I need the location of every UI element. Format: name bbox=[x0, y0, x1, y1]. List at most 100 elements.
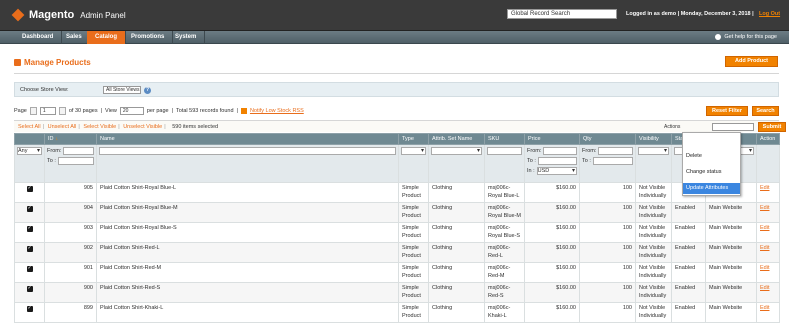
cell-id: 900 bbox=[44, 282, 97, 303]
cell-id: 905 bbox=[44, 182, 97, 203]
edit-link[interactable]: Edit bbox=[760, 285, 769, 291]
submit-button[interactable]: Submit bbox=[758, 122, 786, 132]
cell-status: Enabled bbox=[671, 222, 706, 243]
currency-select[interactable]: USD bbox=[536, 167, 577, 175]
cell-qty: 100 bbox=[579, 182, 636, 203]
next-page-button[interactable] bbox=[58, 107, 66, 115]
cell-type: Simple Product bbox=[398, 222, 429, 243]
table-row[interactable]: 900 Plaid Cotton Shirt-Red-S Simple Prod… bbox=[14, 282, 780, 303]
actions-select[interactable] bbox=[712, 123, 754, 131]
cell-name: Plaid Cotton Shirt-Red-L bbox=[96, 242, 399, 263]
cell-type: Simple Product bbox=[398, 262, 429, 283]
col-visibility[interactable]: Visibility bbox=[635, 133, 672, 145]
global-search-input[interactable]: Global Record Search bbox=[507, 9, 617, 19]
select-all-link[interactable]: Select All bbox=[18, 124, 41, 130]
action-update-attributes[interactable]: Update Attributes bbox=[683, 183, 740, 194]
name-filter-input[interactable] bbox=[99, 147, 396, 155]
price-to-input[interactable] bbox=[537, 157, 577, 165]
row-checkbox[interactable] bbox=[26, 245, 33, 253]
col-action: Action bbox=[756, 133, 780, 145]
store-view-select[interactable]: All Store Views bbox=[103, 86, 141, 94]
view-label: View bbox=[105, 108, 117, 114]
help-text: Get help for this page bbox=[724, 34, 777, 40]
unselect-visible-link[interactable]: Unselect Visible bbox=[123, 124, 162, 130]
page-title: Manage Products bbox=[24, 58, 91, 67]
col-qty[interactable]: Qty bbox=[579, 133, 636, 145]
col-name[interactable]: Name bbox=[96, 133, 399, 145]
id-from-input[interactable] bbox=[63, 147, 94, 155]
sku-filter-input[interactable] bbox=[487, 147, 522, 155]
cell-sku: msj006c-Royal Blue-S bbox=[484, 222, 525, 243]
row-checkbox[interactable] bbox=[26, 225, 33, 233]
col-attrib-set[interactable]: Attrib. Set Name bbox=[428, 133, 485, 145]
type-filter-select[interactable] bbox=[401, 147, 426, 155]
table-row[interactable]: 899 Plaid Cotton Shirt-Khaki-L Simple Pr… bbox=[14, 302, 780, 323]
cell-sku: msj006c-Royal Blue-M bbox=[484, 202, 525, 223]
col-type[interactable]: Type bbox=[398, 133, 429, 145]
reset-filter-button[interactable]: Reset Filter bbox=[706, 106, 748, 116]
col-sku[interactable]: SKU bbox=[484, 133, 525, 145]
edit-link[interactable]: Edit bbox=[760, 305, 769, 311]
selected-count: 590 items selected bbox=[172, 124, 219, 130]
help-link[interactable]: Get help for this page bbox=[715, 31, 777, 44]
massaction-filter-select[interactable]: Any bbox=[17, 147, 42, 155]
cell-websites: Main Website bbox=[705, 242, 757, 263]
cell-name: Plaid Cotton Shirt-Red-S bbox=[96, 282, 399, 303]
col-price[interactable]: Price bbox=[524, 133, 580, 145]
table-row[interactable]: 904 Plaid Cotton Shirt-Royal Blue-M Simp… bbox=[14, 202, 780, 223]
cell-visibility: Not Visible Individually bbox=[635, 262, 672, 283]
qty-from-input[interactable] bbox=[598, 147, 633, 155]
page-input[interactable]: 1 bbox=[39, 107, 56, 115]
cell-attrib-set: Clothing bbox=[428, 302, 485, 323]
id-to-input[interactable] bbox=[57, 157, 94, 165]
search-button[interactable]: Search bbox=[752, 106, 779, 116]
table-row[interactable]: 901 Plaid Cotton Shirt-Red-M Simple Prod… bbox=[14, 262, 780, 283]
cell-visibility: Not Visible Individually bbox=[635, 202, 672, 223]
grid-filter-row: Any From: To : From: To : In :USD From: … bbox=[14, 144, 780, 183]
cell-status: Enabled bbox=[671, 262, 706, 283]
cell-price: $160.00 bbox=[524, 182, 580, 203]
per-page-select[interactable]: 20 bbox=[119, 107, 144, 115]
row-checkbox[interactable] bbox=[26, 185, 33, 193]
select-visible-link[interactable]: Select Visible bbox=[83, 124, 116, 130]
edit-link[interactable]: Edit bbox=[760, 185, 769, 191]
cell-attrib-set: Clothing bbox=[428, 202, 485, 223]
table-row[interactable]: 902 Plaid Cotton Shirt-Red-L Simple Prod… bbox=[14, 242, 780, 263]
visibility-filter-select[interactable] bbox=[638, 147, 669, 155]
unselect-all-link[interactable]: Unselect All bbox=[48, 124, 77, 130]
edit-link[interactable]: Edit bbox=[760, 225, 769, 231]
action-delete[interactable]: Delete bbox=[683, 151, 740, 162]
col-id[interactable]: ID ↓ bbox=[44, 133, 97, 145]
nav-catalog[interactable]: Catalog bbox=[87, 31, 127, 44]
table-row[interactable]: 905 Plaid Cotton Shirt-Royal Blue-L Simp… bbox=[14, 182, 780, 203]
products-grid: ID ↓ Name Type Attrib. Set Name SKU Price… bbox=[14, 133, 780, 323]
edit-link[interactable]: Edit bbox=[760, 265, 769, 271]
nav-dashboard[interactable]: Dashboard bbox=[14, 31, 63, 44]
row-checkbox[interactable] bbox=[26, 205, 33, 213]
edit-link[interactable]: Edit bbox=[760, 205, 769, 211]
logout-link[interactable]: Log Out bbox=[759, 11, 780, 17]
logged-in-info: Logged in as demo | Monday, December 3, … bbox=[626, 11, 754, 17]
notify-low-stock-link[interactable]: Notify Low Stock RSS bbox=[250, 108, 304, 114]
add-product-button[interactable]: Add Product bbox=[725, 56, 778, 67]
attrib-set-filter-select[interactable] bbox=[431, 147, 482, 155]
nav-promotions[interactable]: Promotions bbox=[123, 31, 174, 44]
edit-link[interactable]: Edit bbox=[760, 245, 769, 251]
action-change-status[interactable]: Change status bbox=[683, 167, 740, 178]
row-checkbox[interactable] bbox=[26, 285, 33, 293]
magento-logo[interactable]: Magento Admin Panel bbox=[11, 8, 126, 22]
cell-price: $160.00 bbox=[524, 302, 580, 323]
price-from-input[interactable] bbox=[543, 147, 577, 155]
prev-page-button[interactable] bbox=[29, 107, 37, 115]
row-checkbox[interactable] bbox=[26, 265, 33, 273]
cell-attrib-set: Clothing bbox=[428, 282, 485, 303]
info-icon[interactable]: ? bbox=[144, 87, 151, 94]
pager-sep: | bbox=[171, 108, 174, 114]
nav-system[interactable]: System bbox=[167, 31, 206, 44]
cell-name: Plaid Cotton Shirt-Red-M bbox=[96, 262, 399, 283]
nav-sales[interactable]: Sales bbox=[58, 31, 91, 44]
qty-to-input[interactable] bbox=[592, 157, 633, 165]
table-row[interactable]: 903 Plaid Cotton Shirt-Royal Blue-S Simp… bbox=[14, 222, 780, 243]
row-checkbox[interactable] bbox=[26, 305, 33, 313]
cell-sku: msj006c-Red-S bbox=[484, 282, 525, 303]
